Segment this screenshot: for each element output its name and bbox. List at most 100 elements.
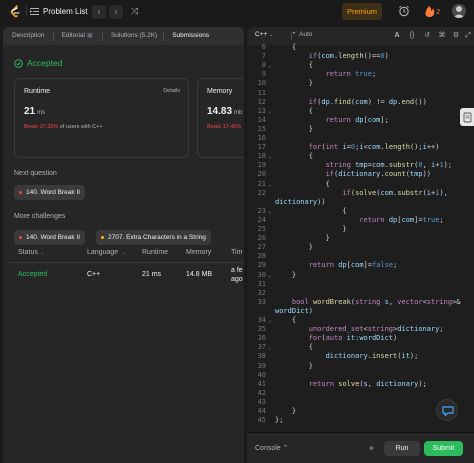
fold-icon[interactable]: ⌄ bbox=[268, 152, 272, 161]
runtime-beats: Beats 37.33% of users with C++ bbox=[24, 124, 103, 130]
line-number: 8 bbox=[261, 61, 266, 70]
line-number: 36 bbox=[257, 334, 266, 343]
line-number: 18 bbox=[257, 152, 266, 161]
code-text: return dp[com]=true; bbox=[359, 215, 444, 224]
streak-count: 2 bbox=[436, 7, 441, 16]
col-status[interactable]: Status bbox=[18, 249, 38, 256]
code-text: return solve(s, dictionary); bbox=[308, 379, 427, 388]
code-text: bool wordBreak(string s, vector<string>& bbox=[291, 297, 461, 306]
video-icon: ▣ bbox=[86, 32, 93, 39]
chevron-down-icon[interactable]: ⌄ bbox=[40, 250, 44, 256]
tab-solutions[interactable]: Solutions (5.2K) bbox=[103, 27, 161, 45]
code-text: unordered_set<string>dictionary; bbox=[308, 325, 444, 334]
line-number: 29 bbox=[257, 261, 266, 270]
lock-icon: • bbox=[293, 31, 296, 37]
auto-mode-label[interactable]: Auto bbox=[299, 31, 312, 38]
memory-card[interactable]: Memory 14.83 mb Beats 17.45% bbox=[197, 78, 244, 158]
line-number: 20 bbox=[257, 170, 266, 179]
line-number: 32 bbox=[257, 288, 266, 297]
memory-beats-pct: Beats 17.45% bbox=[207, 124, 242, 130]
runtime-unit: ms bbox=[37, 110, 46, 116]
code-text: if(dictionary.count(tmp)) bbox=[325, 170, 431, 179]
code-text: dictionary.insert(it); bbox=[325, 352, 419, 361]
fold-icon[interactable]: ⌄ bbox=[268, 207, 272, 216]
line-number: 12 bbox=[257, 97, 266, 106]
settings-icon[interactable]: ⚙ bbox=[451, 31, 461, 41]
tab-editorial[interactable]: Editorial ▣ bbox=[54, 27, 97, 45]
hard-difficulty-dot bbox=[19, 235, 22, 239]
expand-icon[interactable]: ⤢ bbox=[463, 31, 473, 41]
code-text: if(solve(com.substr(i+1), bbox=[342, 188, 448, 197]
line-number: 9 bbox=[261, 70, 266, 79]
code-text: for(int i=0;i<com.length();i++) bbox=[308, 143, 440, 152]
line-number: 35 bbox=[257, 325, 266, 334]
run-button[interactable]: Run bbox=[384, 441, 420, 456]
debug-icon[interactable]: ✷ bbox=[368, 444, 375, 453]
problem-list-icon[interactable] bbox=[30, 7, 39, 16]
runtime-card[interactable]: Runtime Details 21 ms Beats 37.33% of use… bbox=[14, 78, 189, 158]
challenge-chip[interactable]: 140. Word Break II bbox=[14, 230, 86, 245]
line-number: 45 bbox=[257, 416, 266, 425]
fold-icon[interactable]: ⌄ bbox=[268, 316, 272, 325]
language-select[interactable]: C++ ⌄ bbox=[255, 31, 273, 38]
format-icon[interactable]: A bbox=[392, 31, 402, 41]
fold-icon[interactable]: ⌄ bbox=[268, 180, 272, 189]
console-toggle[interactable]: Console ⌃ bbox=[255, 444, 289, 452]
challenge-title: 140. Word Break II bbox=[26, 234, 81, 241]
code-editor-panel: C++ ⌄ • Auto A {} ↺ ⌘ ⚙ ⤢ 6 {7 if(com.le… bbox=[247, 27, 474, 432]
fold-icon[interactable]: ⌄ bbox=[268, 271, 272, 280]
col-memory: Memory bbox=[186, 249, 212, 256]
line-number: 21 bbox=[257, 179, 266, 188]
tab-submissions[interactable]: Submissions bbox=[164, 27, 213, 45]
prev-problem-button[interactable]: ‹ bbox=[92, 5, 106, 19]
premium-button[interactable]: Premium bbox=[342, 3, 382, 20]
code-text: } bbox=[275, 225, 347, 233]
submit-button[interactable]: Submit bbox=[424, 441, 463, 456]
fold-icon[interactable]: ⌄ bbox=[268, 107, 272, 116]
tab-description[interactable]: Description bbox=[3, 27, 53, 45]
challenge-chip[interactable]: 2707. Extra Characters in a String bbox=[96, 230, 211, 245]
chat-assistant-button[interactable] bbox=[436, 399, 458, 421]
document-icon bbox=[463, 112, 472, 123]
shuffle-icon[interactable]: ⤨ bbox=[131, 6, 138, 17]
line-number: 39 bbox=[257, 361, 266, 370]
braces-icon[interactable]: {} bbox=[407, 31, 417, 41]
memory-label: Memory bbox=[207, 88, 233, 95]
code-text: { bbox=[275, 206, 347, 215]
code-text: } bbox=[275, 234, 330, 243]
row-status[interactable]: Accepted bbox=[18, 271, 47, 278]
line-number: 23 bbox=[257, 206, 266, 215]
line-number: 19 bbox=[257, 161, 266, 170]
leetcode-logo-icon[interactable] bbox=[9, 5, 21, 19]
line-number: 14 bbox=[257, 115, 266, 124]
line-number: 37 bbox=[257, 343, 266, 352]
line-number: 17 bbox=[257, 143, 266, 152]
runtime-value: 21 ms bbox=[24, 106, 45, 117]
alarm-clock-icon[interactable] bbox=[398, 5, 410, 17]
line-number: 41 bbox=[257, 379, 266, 388]
user-avatar[interactable] bbox=[452, 4, 466, 18]
fold-icon[interactable]: ⌄ bbox=[268, 343, 272, 352]
memory-value: 14.83 mb bbox=[207, 106, 242, 117]
problem-list-link[interactable]: Problem List bbox=[43, 7, 87, 16]
reset-icon[interactable]: ↺ bbox=[422, 31, 432, 41]
accepted-status: Accepted bbox=[14, 58, 62, 68]
chevron-down-icon[interactable]: ⌄ bbox=[122, 250, 126, 256]
line-number: 13 bbox=[257, 106, 266, 115]
details-link[interactable]: Details bbox=[163, 88, 180, 94]
shortcuts-icon[interactable]: ⌘ bbox=[437, 31, 447, 41]
row-time-2: ago bbox=[231, 276, 243, 283]
col-language[interactable]: Language bbox=[87, 249, 118, 256]
memory-unit: mb bbox=[234, 110, 243, 116]
line-number: 7 bbox=[261, 52, 266, 61]
tab-editorial-label: Editorial bbox=[61, 32, 85, 39]
submission-panel: Description Editorial ▣ Solutions (5.2K)… bbox=[3, 27, 244, 463]
line-number: 43 bbox=[257, 397, 266, 406]
code-text: } bbox=[275, 124, 313, 133]
line-number: 27 bbox=[257, 243, 266, 252]
fold-icon[interactable]: ⌄ bbox=[268, 61, 272, 70]
code-text: return dp[com]; bbox=[325, 115, 389, 124]
notes-tab[interactable] bbox=[460, 108, 474, 126]
next-question-chip[interactable]: 140. Word Break II bbox=[14, 185, 86, 200]
next-problem-button[interactable]: › bbox=[109, 5, 123, 19]
